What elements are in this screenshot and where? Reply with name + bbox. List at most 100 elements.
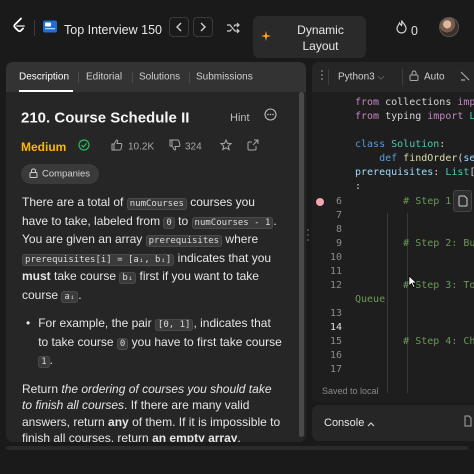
copy-code-button[interactable] — [453, 190, 472, 212]
inline-code: 1 — [38, 356, 50, 368]
streak-count: 0 — [411, 24, 418, 38]
line-number: 14 — [329, 322, 342, 333]
code-line: # Step 1: — [355, 196, 457, 207]
hint-button[interactable]: Hint — [230, 112, 250, 124]
code-comment: # Step 4: Chec — [403, 336, 474, 347]
code-line: : — [355, 181, 362, 192]
line-number: 7 — [335, 210, 342, 221]
dynamic-layout-label: Dynamic Layout — [275, 22, 366, 54]
companies-tag[interactable]: Companies — [21, 164, 99, 184]
line-number: 15 — [329, 336, 342, 347]
bold-text: must — [22, 269, 51, 283]
problem-list-icon[interactable] — [42, 20, 58, 39]
vertical-resize-handle[interactable] — [307, 228, 309, 242]
text: indicates that you — [174, 250, 272, 265]
example-bullet: • For example, the pair [0, 1], indicate… — [26, 315, 284, 371]
problem-description: There are a total of numCourses courses … — [22, 194, 284, 442]
thumbs-down-icon[interactable] — [169, 138, 181, 156]
navbar-divider — [34, 20, 35, 36]
mouse-cursor-icon — [408, 275, 418, 293]
line-number: 10 — [329, 252, 342, 263]
inline-code: 0 — [163, 216, 175, 229]
tab-separator — [78, 72, 79, 83]
code-comment: # Step 1: — [355, 196, 458, 207]
chevron-left-icon — [176, 22, 182, 32]
top-navbar: Top Interview 150 Dynamic Layout 0 — [0, 0, 474, 58]
line-number: 8 — [335, 224, 342, 235]
text: take course — [50, 269, 120, 283]
chevron-down-icon: ⌵ — [377, 71, 385, 82]
code-line: Queue — [355, 294, 385, 305]
problem-list-title[interactable]: Top Interview 150 — [64, 23, 162, 37]
toolbar-divider — [328, 69, 329, 85]
tab-separator — [132, 72, 133, 83]
dynamic-layout-button[interactable]: Dynamic Layout — [253, 16, 366, 58]
lock-icon — [29, 165, 38, 183]
dislikes-count: 324 — [185, 141, 202, 153]
dynamic-layout-line1: Dynamic — [297, 23, 344, 37]
solved-check-icon — [78, 138, 90, 156]
tab-solutions[interactable]: Solutions — [139, 72, 180, 83]
streak-fire-icon[interactable] — [396, 20, 407, 39]
inline-code: prerequisites — [145, 235, 223, 247]
leetcode-logo-icon[interactable] — [12, 17, 26, 39]
next-problem-button[interactable] — [193, 17, 213, 37]
saved-status: Saved to local — [322, 386, 379, 396]
toolbar-divider — [402, 69, 403, 85]
language-label: Python3 — [338, 71, 375, 83]
bullet-text: For example, the pair [0, 1], indicates … — [38, 315, 284, 371]
description-tabs: Description Editorial Solutions Submissi… — [6, 62, 306, 92]
format-icon[interactable] — [460, 68, 470, 86]
horizontal-resize-handle[interactable] — [378, 402, 392, 415]
chevron-up-icon[interactable] — [367, 414, 375, 432]
difficulty-badge: Medium — [21, 140, 67, 154]
inline-code: numCourses - 1 — [191, 216, 274, 229]
expand-icon[interactable] — [462, 414, 472, 432]
code-editor[interactable]: from collections impor from typing impor… — [312, 92, 474, 402]
code-line: prerequisites: List[Li — [355, 167, 474, 178]
line-number: 11 — [329, 266, 342, 277]
editor-toolbar: Python3 ⌵ Auto — [312, 62, 474, 92]
lock-icon — [409, 68, 419, 86]
language-selector[interactable]: Python3 ⌵ — [338, 72, 384, 83]
tab-description[interactable]: Description — [19, 72, 69, 83]
console-label[interactable]: Console — [324, 417, 364, 429]
console-panel[interactable]: Console — [312, 405, 474, 441]
horizontal-scrollbar[interactable] — [6, 446, 468, 450]
tab-editorial[interactable]: Editorial — [86, 72, 122, 83]
text: . — [237, 431, 241, 442]
copy-icon — [458, 195, 468, 207]
auto-mode-label[interactable]: Auto — [424, 72, 445, 83]
shuffle-icon — [227, 22, 240, 34]
inline-code: 0 — [116, 337, 129, 350]
likes-count: 10.2K — [128, 141, 155, 153]
dynamic-layout-line2: Layout — [302, 39, 339, 53]
tab-submissions[interactable]: Submissions — [196, 72, 253, 83]
thumbs-up-icon[interactable] — [111, 138, 123, 156]
share-icon[interactable] — [247, 138, 259, 156]
description-paragraph: There are a total of numCourses courses … — [22, 194, 284, 305]
description-paragraph: Return the ordering of courses you shoul… — [22, 381, 284, 443]
shuffle-button[interactable] — [226, 21, 240, 39]
code-line: def findOrder(sel — [379, 153, 474, 164]
bold-text: an empty array — [152, 431, 238, 442]
user-avatar[interactable] — [439, 17, 459, 37]
code-line: # Step 4: Chec — [355, 336, 474, 347]
more-options-icon[interactable] — [264, 108, 277, 126]
inline-code: numCourses — [126, 198, 187, 210]
prev-problem-button[interactable] — [169, 17, 189, 37]
inline-code: bᵢ — [119, 272, 137, 284]
inline-code: [0, 1] — [154, 319, 194, 331]
star-icon[interactable] — [219, 138, 233, 156]
text: Return — [22, 381, 62, 396]
bullet-dot: • — [26, 316, 31, 330]
drag-handle-icon[interactable] — [320, 68, 324, 86]
text: . — [49, 353, 53, 367]
code-line: from collections impor — [355, 97, 474, 108]
text: where — [222, 232, 259, 246]
description-scrollbar[interactable] — [299, 92, 304, 437]
code-comment: Queue — [355, 294, 386, 305]
tab-separator — [189, 72, 190, 83]
problem-meta-row: Medium 10.2K 324 — [6, 135, 306, 159]
text: to — [174, 213, 192, 228]
